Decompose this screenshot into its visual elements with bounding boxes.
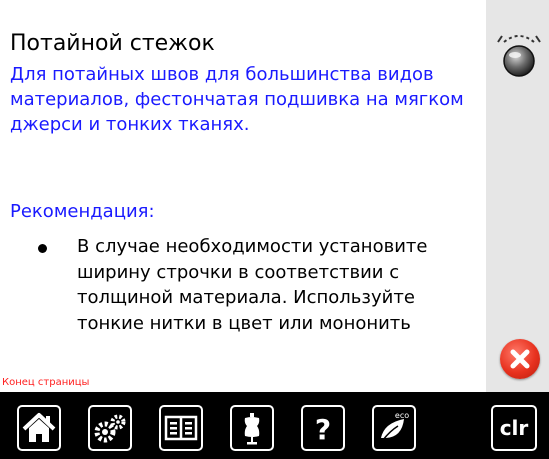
home-icon: [22, 413, 56, 442]
tutorial-button[interactable]: [159, 405, 203, 451]
svg-text:?: ?: [315, 413, 331, 446]
settings-gears-icon: [94, 414, 126, 443]
description-text: Для потайных швов для большинства видов …: [10, 64, 464, 135]
help-content-panel[interactable]: Потайной стежок Для потайных швов для бо…: [0, 0, 486, 392]
page-title: Потайной стежок: [10, 31, 215, 56]
recommendation-heading: Рекомендация:: [10, 201, 155, 222]
bottom-toolbar: [0, 392, 549, 459]
bullet-icon: [38, 244, 47, 253]
recommendation-item: В случае необходимости установите ширину…: [77, 236, 428, 334]
eco-button[interactable]: eco: [372, 405, 416, 451]
clear-button[interactable]: clr: [491, 405, 537, 451]
page-end-label: Конец страницы: [2, 377, 90, 388]
help-icon: ?: [315, 413, 331, 446]
tutorial-book-icon: [164, 415, 198, 441]
help-button[interactable]: ?: [301, 405, 345, 451]
eco-icon: eco: [381, 411, 409, 441]
close-icon: [510, 349, 530, 369]
close-button[interactable]: [500, 339, 540, 379]
svg-text:eco: eco: [395, 411, 409, 420]
creative-consultant-dress-form-icon: [244, 413, 260, 445]
stitch-width-knob-icon: [496, 28, 542, 80]
creative-consultant-button[interactable]: [230, 405, 274, 451]
settings-button[interactable]: [88, 405, 132, 451]
screen: Потайной стежок Для потайных швов для бо…: [0, 0, 549, 459]
home-button[interactable]: [17, 405, 61, 451]
